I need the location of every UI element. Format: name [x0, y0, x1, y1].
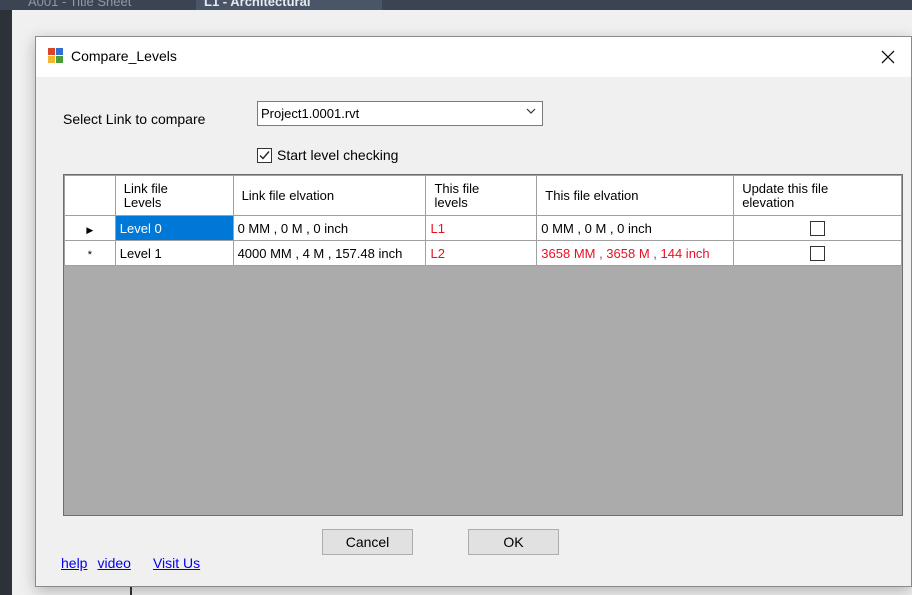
update-checkbox[interactable]	[810, 221, 826, 237]
row-selector[interactable]: *	[64, 240, 116, 266]
cell-update[interactable]	[733, 215, 902, 241]
row-selector[interactable]: ▶	[64, 215, 116, 241]
column-header-label: Update this file elevation	[742, 180, 829, 210]
background-tab-bar: A001 - Title Sheet L1 - Architectural	[0, 0, 912, 10]
ok-button[interactable]: OK	[468, 529, 559, 555]
column-header-this-levels[interactable]: This file levels	[425, 175, 538, 216]
cell-this-level[interactable]: L1	[425, 215, 538, 241]
dialog-title: Compare_Levels	[71, 48, 177, 64]
chevron-down-icon	[526, 108, 536, 114]
update-checkbox[interactable]	[810, 246, 826, 262]
compare-levels-dialog: Compare_Levels Select Link to compare Pr…	[35, 36, 912, 587]
background-panel	[0, 10, 12, 595]
cell-this-elevation[interactable]: 3658 MM , 3658 M , 144 inch	[536, 240, 735, 266]
column-header-link-levels[interactable]: Link file Levels	[114, 175, 234, 216]
levels-table: Link file Levels Link file elvation This…	[64, 175, 902, 266]
row-header-corner	[64, 175, 116, 216]
cell-link-level[interactable]: Level 0	[114, 215, 234, 241]
link-select-dropdown[interactable]: Project1.0001.rvt	[257, 101, 543, 126]
column-header-label: This file elvation	[545, 187, 639, 203]
table-row[interactable]: ▶ Level 0 0 MM , 0 M , 0 inch L1 0 MM , …	[64, 215, 902, 241]
start-checking-label: Start level checking	[277, 147, 399, 163]
title-bar[interactable]: Compare_Levels	[36, 37, 911, 77]
column-header-link-elevation[interactable]: Link file elvation	[232, 175, 427, 216]
cell-link-level[interactable]: Level 1	[114, 240, 234, 266]
cell-link-elevation[interactable]: 0 MM , 0 M , 0 inch	[232, 215, 427, 241]
background-tab-active[interactable]: L1 - Architectural	[196, 0, 382, 10]
new-row-icon: *	[87, 248, 93, 261]
column-header-this-elevation[interactable]: This file elvation	[536, 175, 735, 216]
cell-this-elevation[interactable]: 0 MM , 0 M , 0 inch	[536, 215, 735, 241]
cancel-button[interactable]: Cancel	[322, 529, 413, 555]
table-row[interactable]: * Level 1 4000 MM , 4 M , 157.48 inch L2…	[64, 240, 902, 266]
column-header-label: Link file elvation	[241, 187, 335, 203]
link-select-value: Project1.0001.rvt	[261, 106, 360, 121]
select-link-label: Select Link to compare	[63, 111, 206, 127]
help-link[interactable]: help	[61, 555, 87, 571]
visit-us-link[interactable]: Visit Us	[153, 555, 200, 571]
current-row-icon: ▶	[86, 224, 94, 235]
levels-grid[interactable]: Link file Levels Link file elvation This…	[63, 174, 903, 516]
start-checking-checkbox[interactable]	[257, 147, 272, 163]
table-header-row: Link file Levels Link file elvation This…	[64, 175, 902, 216]
background-tab[interactable]: A001 - Title Sheet	[20, 0, 190, 10]
close-icon	[881, 50, 895, 64]
close-button[interactable]	[865, 37, 911, 77]
checkmark-icon	[259, 150, 270, 160]
app-icon	[48, 48, 64, 64]
background-divider	[130, 587, 132, 595]
column-header-label: This file levels	[434, 180, 480, 210]
footer-links: help video Visit Us	[61, 555, 210, 571]
column-header-update[interactable]: Update this file elevation	[733, 175, 902, 216]
column-header-label: Link file Levels	[123, 180, 168, 210]
start-checking-toggle[interactable]: Start level checking	[257, 147, 398, 163]
cell-update[interactable]	[733, 240, 902, 266]
video-link[interactable]: video	[97, 555, 130, 571]
cell-this-level[interactable]: L2	[425, 240, 538, 266]
cell-link-elevation[interactable]: 4000 MM , 4 M , 157.48 inch	[232, 240, 427, 266]
